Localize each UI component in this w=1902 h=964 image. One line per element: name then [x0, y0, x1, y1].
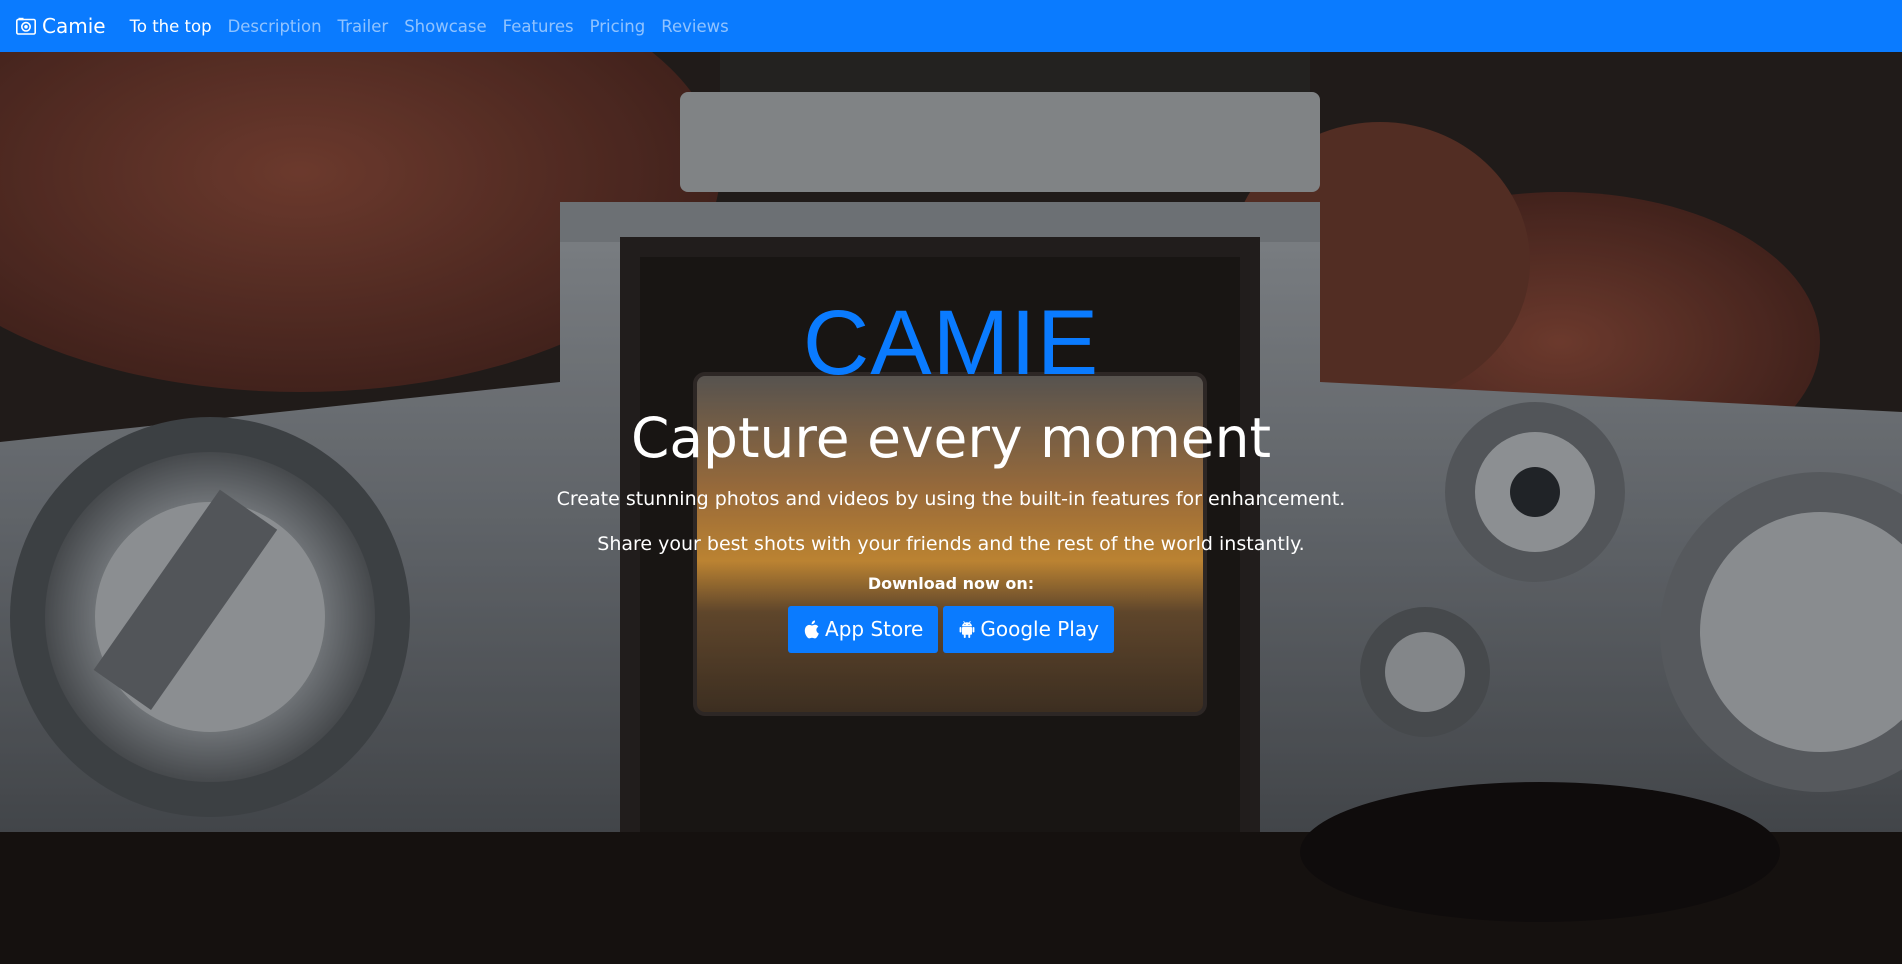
camera-icon: [16, 17, 36, 35]
nav-link-features[interactable]: Features: [503, 17, 574, 36]
google-play-label: Google Play: [980, 617, 1099, 642]
hero-title: CAMIE: [802, 292, 1100, 394]
nav-link-to-the-top[interactable]: To the top: [130, 17, 212, 36]
app-store-button[interactable]: App Store: [788, 605, 939, 653]
download-buttons: App Store Google Play: [0, 605, 1902, 653]
nav-link-reviews[interactable]: Reviews: [661, 17, 728, 36]
apple-icon: [804, 620, 819, 639]
nav-link-pricing[interactable]: Pricing: [590, 17, 646, 36]
nav-link-showcase[interactable]: Showcase: [404, 17, 486, 36]
nav-link-trailer[interactable]: Trailer: [338, 17, 389, 36]
brand-label: Camie: [42, 14, 106, 38]
app-store-label: App Store: [825, 617, 924, 642]
hero-description-2: Share your best shots with your friends …: [597, 532, 1305, 555]
nav-links: To the top Description Trailer Showcase …: [130, 17, 745, 36]
hero-section: CAMIE Capture every moment Create stunni…: [0, 52, 1902, 964]
hero-description-1: Create stunning photos and videos by usi…: [556, 488, 1346, 510]
top-navbar: Camie To the top Description Trailer Sho…: [0, 0, 1902, 52]
hero-content: CAMIE Capture every moment Create stunni…: [0, 297, 1902, 653]
android-icon: [959, 620, 975, 638]
brand-link[interactable]: Camie: [16, 14, 106, 38]
nav-link-description[interactable]: Description: [228, 17, 322, 36]
hero-subtitle: Capture every moment: [630, 406, 1272, 470]
google-play-button[interactable]: Google Play: [943, 605, 1114, 653]
download-label: Download now on:: [867, 573, 1035, 593]
